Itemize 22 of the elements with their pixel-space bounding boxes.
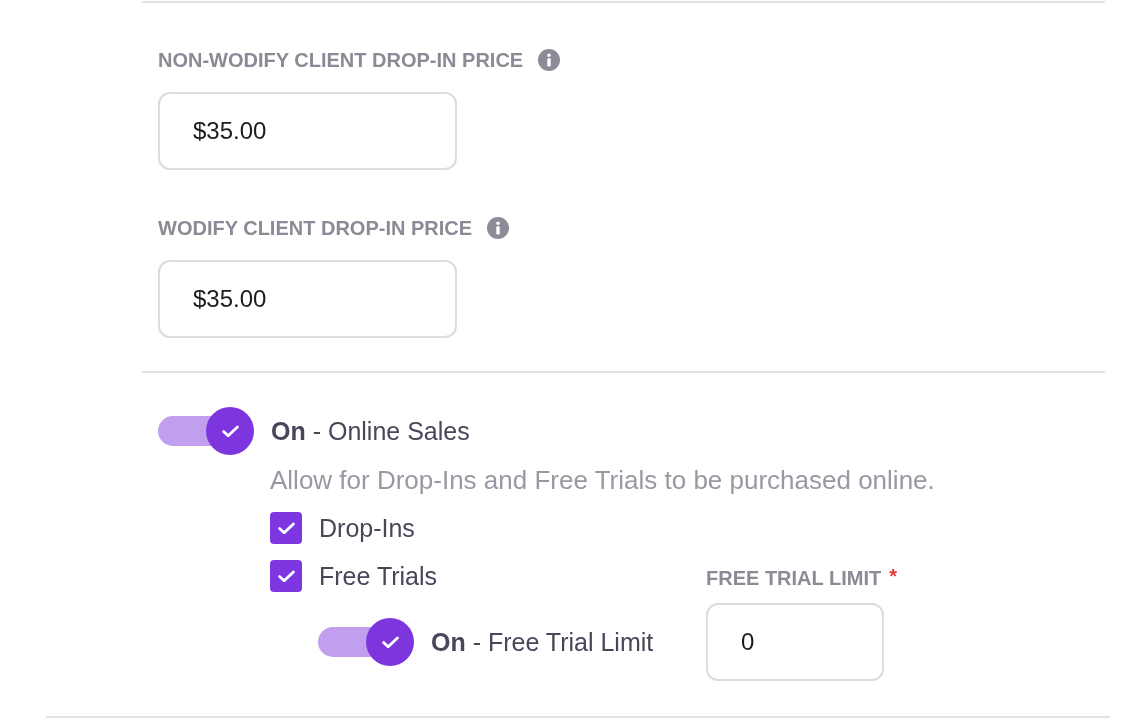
field-label: NON-WODIFY CLIENT DROP-IN PRICE <box>158 48 524 72</box>
limit-input[interactable]: 0 <box>706 603 884 681</box>
toggle-label: On - Online Sales <box>271 416 470 446</box>
price-input[interactable]: $35.00 <box>158 92 457 170</box>
required-asterisk: * <box>889 566 897 586</box>
check-icon <box>277 521 295 535</box>
check-icon <box>381 635 399 649</box>
price-input[interactable]: $35.00 <box>158 260 457 338</box>
toggle-switch[interactable] <box>158 407 254 455</box>
toggle-switch[interactable] <box>318 618 414 666</box>
checkbox[interactable] <box>270 512 302 544</box>
checkbox-label: Drop-Ins <box>319 513 415 543</box>
info-icon[interactable] <box>487 217 510 239</box>
checkbox-label: Free Trials <box>319 561 438 591</box>
check-icon <box>221 424 239 438</box>
field-label: FREE TRIAL LIMIT <box>706 566 882 590</box>
description-text: Allow for Drop-Ins and Free Trials to be purchased online. <box>270 464 936 496</box>
field-label: WODIFY CLIENT DROP-IN PRICE <box>158 216 473 240</box>
toggle-label: On - Free Trial Limit <box>431 627 654 657</box>
check-icon <box>277 569 295 583</box>
checkbox[interactable] <box>270 560 302 592</box>
info-icon[interactable] <box>538 49 561 71</box>
